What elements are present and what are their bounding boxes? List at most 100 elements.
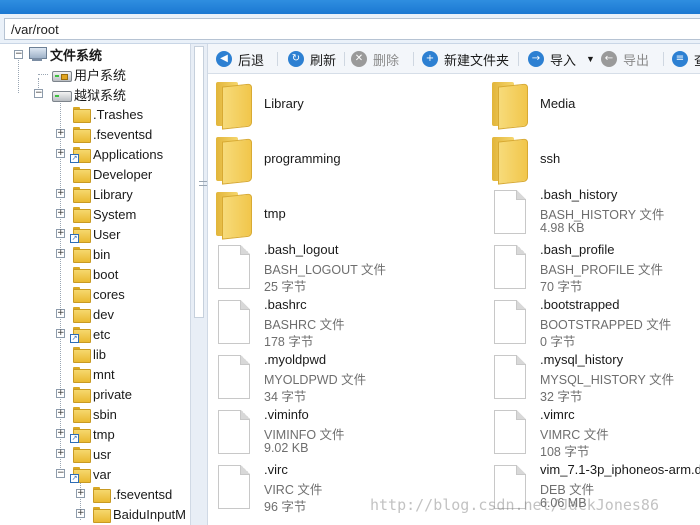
folder-item[interactable]: tmp (208, 187, 468, 242)
tree-item-folder[interactable]: + sbin (56, 404, 117, 424)
expand-toggle[interactable]: + (56, 229, 65, 238)
tree-item-folder[interactable]: + .fseventsd (56, 124, 152, 144)
tree-item-folder[interactable]: + ↗ Applications (56, 144, 163, 164)
folder-icon (93, 507, 111, 523)
expand-toggle[interactable]: + (76, 509, 85, 518)
tree-item-label: Applications (93, 146, 164, 162)
expand-toggle[interactable]: + (56, 249, 65, 258)
shortcut-arrow-icon: ↗ (70, 234, 79, 243)
tree-item-label: Library (93, 186, 133, 202)
window-title-bar (0, 0, 700, 14)
file-item[interactable]: .bashrc BASHRC 文件 178 字节 (208, 297, 468, 352)
tree-item-folder[interactable]: cores (56, 284, 125, 304)
back-label: 后退 (238, 52, 265, 68)
item-size: 25 字节 (264, 280, 307, 294)
tree-item-label: usr (93, 446, 112, 462)
tree-item-folder[interactable]: boot (56, 264, 118, 284)
expand-toggle[interactable]: + (76, 489, 85, 498)
item-name: .viminfo (264, 407, 309, 422)
collapse-toggle[interactable]: − (34, 89, 43, 98)
tree-item-folder[interactable]: + .fseventsd (76, 484, 172, 504)
tree-item-user-system[interactable]: 用户系统 (38, 64, 126, 84)
file-icon (494, 410, 526, 454)
folder-icon: ↗ (70, 427, 91, 443)
file-item[interactable]: .bootstrapped BOOTSTRAPPED 文件 0 字节 (484, 297, 700, 352)
tree-item-folder[interactable]: + dev (56, 304, 114, 324)
tree-item-label: private (93, 386, 133, 402)
item-size: 96 字节 (264, 500, 307, 514)
file-item[interactable]: .bash_profile BASH_PROFILE 文件 70 字节 (484, 242, 700, 297)
folder-icon (73, 127, 91, 143)
folder-item[interactable]: ssh (484, 132, 700, 187)
expand-toggle[interactable]: + (56, 449, 65, 458)
file-item[interactable]: .mysql_history MYSQL_HISTORY 文件 32 字节 (484, 352, 700, 407)
scrollbar-thumb[interactable] (194, 46, 207, 318)
tree-item-folder[interactable]: + usr (56, 444, 111, 464)
file-item[interactable]: .vimrc VIMRC 文件 108 字节 (484, 407, 700, 462)
tree-item-folder[interactable]: mnt (56, 364, 115, 384)
pane-splitter[interactable] (190, 44, 208, 525)
expand-toggle[interactable]: + (56, 429, 65, 438)
import-button[interactable]: → 导入 ▼ (528, 50, 595, 68)
expand-toggle[interactable]: + (56, 309, 65, 318)
item-size: 32 字节 (540, 390, 583, 404)
chevron-down-icon[interactable]: ▼ (586, 54, 595, 64)
file-icon (218, 410, 250, 454)
export-button[interactable]: ← 导出 (601, 50, 649, 68)
tree-item-label: bin (93, 246, 111, 262)
delete-button[interactable]: ✕ 删除 (351, 50, 399, 68)
tree-item-label: cores (93, 286, 125, 302)
expand-toggle[interactable]: + (56, 329, 65, 338)
tree-item-folder[interactable]: − ↗ var (56, 464, 111, 484)
tree-item-filesystem[interactable]: − 文件系统 (14, 44, 102, 64)
expand-toggle[interactable]: + (56, 129, 65, 138)
file-item[interactable]: .myoldpwd MYOLDPWD 文件 34 字节 (208, 352, 468, 407)
file-item[interactable]: .viminfo VIMINFO 文件 9.02 KB (208, 407, 468, 462)
tree-item-folder[interactable]: .Trashes (56, 104, 143, 124)
tree-item-label: tmp (93, 426, 115, 442)
tree-item-folder[interactable]: Developer (56, 164, 152, 184)
delete-label: 删除 (373, 52, 400, 68)
expand-toggle[interactable]: + (56, 149, 65, 158)
refresh-button[interactable]: ↻ 刷新 (288, 50, 336, 68)
tree-item-folder[interactable]: + Library (56, 184, 133, 204)
tree-item-folder[interactable]: + ↗ User (56, 224, 120, 244)
file-icon (494, 355, 526, 399)
folder-item[interactable]: Library (208, 77, 468, 132)
shortcut-arrow-icon: ↗ (70, 334, 79, 343)
collapse-toggle[interactable]: − (14, 50, 23, 59)
tree-item-label: var (93, 466, 112, 482)
new-folder-button[interactable]: + 新建文件夹 (422, 50, 509, 68)
folder-icon: ↗ (70, 147, 91, 163)
folder-item[interactable]: programming (208, 132, 468, 187)
item-name: tmp (264, 206, 286, 221)
expand-toggle[interactable]: + (56, 409, 65, 418)
tree-item-folder[interactable]: lib (56, 344, 106, 364)
collapse-toggle[interactable]: − (56, 469, 65, 478)
tree-item-folder[interactable]: + BaiduInputM (76, 504, 186, 524)
file-icon (218, 245, 250, 289)
item-name: .mysql_history (540, 352, 624, 367)
folder-icon (214, 82, 250, 126)
expand-toggle[interactable]: + (56, 209, 65, 218)
tree-item-folder[interactable]: + private (56, 384, 132, 404)
tree-item-jailbreak-system[interactable]: − 越狱系统 (34, 84, 126, 104)
expand-toggle[interactable]: + (56, 189, 65, 198)
back-button[interactable]: ◀ 后退 (216, 50, 264, 68)
path-input[interactable]: /var/root (4, 18, 700, 40)
new-folder-icon: + (422, 51, 438, 67)
tree-item-folder[interactable]: + ↗ tmp (56, 424, 115, 444)
folder-icon (73, 447, 91, 463)
expand-toggle[interactable]: + (56, 389, 65, 398)
export-label: 导出 (623, 52, 650, 68)
folder-item[interactable]: Media (484, 77, 700, 132)
item-name: ssh (540, 151, 561, 166)
item-size: 70 字节 (540, 280, 583, 294)
file-item[interactable]: .bash_history BASH_HISTORY 文件 4.98 KB (484, 187, 700, 242)
item-name: programming (264, 151, 341, 166)
view-button[interactable]: ≡ 查 (672, 50, 700, 68)
file-item[interactable]: .bash_logout BASH_LOGOUT 文件 25 字节 (208, 242, 468, 297)
tree-item-folder[interactable]: + System (56, 204, 136, 224)
tree-item-folder[interactable]: + ↗ etc (56, 324, 110, 344)
tree-item-folder[interactable]: + bin (56, 244, 110, 264)
